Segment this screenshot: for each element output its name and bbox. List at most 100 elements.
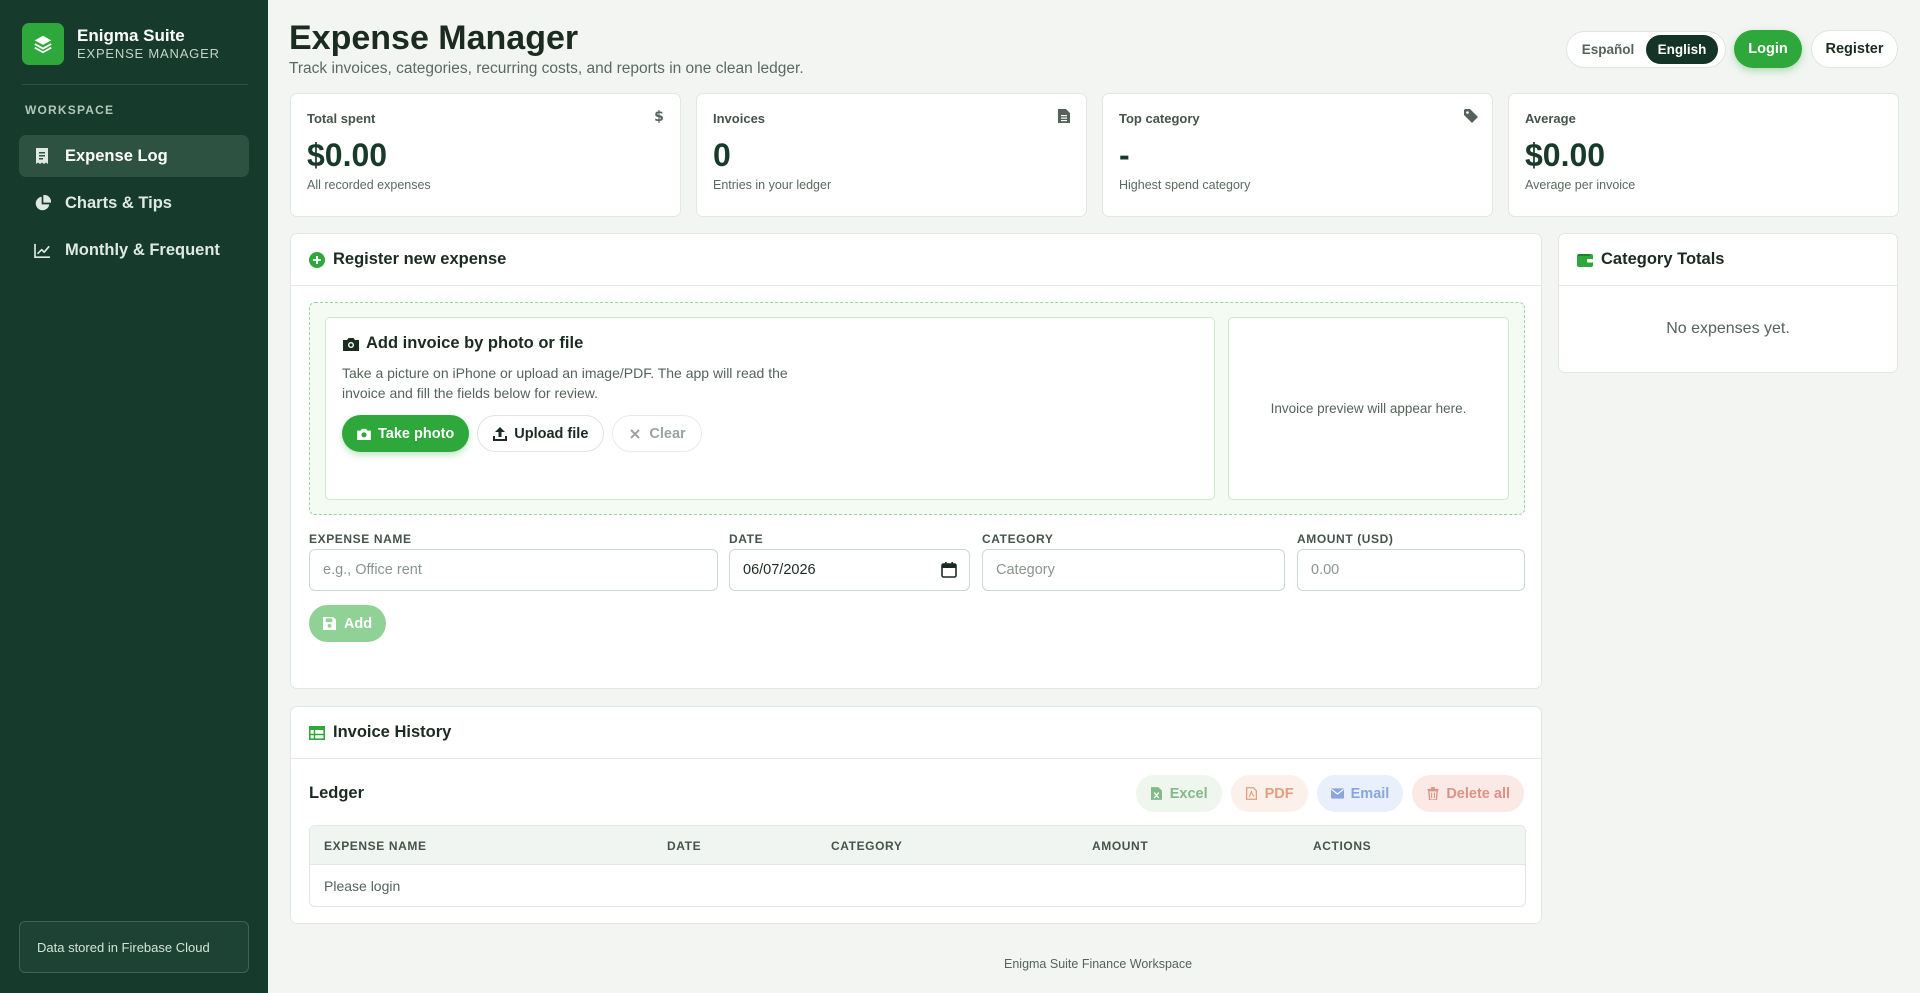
- page-title: Expense Manager: [289, 19, 579, 57]
- envelope-icon: [1330, 787, 1344, 800]
- column-header-date[interactable]: DATE: [667, 839, 701, 853]
- document-icon: [1058, 109, 1072, 123]
- stat-value: -: [1119, 137, 1130, 173]
- column-header-expense-name[interactable]: EXPENSE NAME: [324, 839, 427, 853]
- brand-subtitle: EXPENSE MANAGER: [77, 46, 220, 61]
- export-excel-button[interactable]: Excel: [1135, 775, 1222, 812]
- table-header: EXPENSE NAME DATE CATEGORY AMOUNT ACTION…: [310, 826, 1525, 865]
- category-totals-empty: No expenses yet.: [1666, 320, 1790, 337]
- lang-es-button[interactable]: Español: [1570, 35, 1646, 64]
- stat-card-average: Average $0.00 Average per invoice: [1508, 93, 1899, 217]
- column-header-amount[interactable]: AMOUNT: [1092, 839, 1148, 853]
- button-label: Clear: [649, 425, 686, 442]
- page-subtitle: Track invoices, categories, recurring co…: [289, 60, 804, 77]
- button-label: Delete all: [1446, 785, 1510, 802]
- sidebar-item-monthly-frequent[interactable]: Monthly & Frequent: [19, 229, 249, 271]
- invoice-dropzone[interactable]: Add invoice by photo or file Take a pict…: [309, 302, 1525, 515]
- sidebar-nav: Expense Log Charts & Tips Monthly & Freq…: [19, 135, 249, 276]
- stat-hint: Average per invoice: [1525, 178, 1636, 192]
- column-header-category[interactable]: CATEGORY: [831, 839, 902, 853]
- receipt-icon: [33, 147, 51, 165]
- stat-label: Top category: [1119, 111, 1200, 126]
- camera-icon: [357, 427, 371, 441]
- expense-name-input[interactable]: e.g., Office rent: [309, 549, 718, 591]
- brand-name: Enigma Suite: [77, 26, 185, 45]
- panel-title: Category Totals: [1601, 250, 1725, 268]
- ledger-table: EXPENSE NAME DATE CATEGORY AMOUNT ACTION…: [309, 825, 1526, 907]
- date-label: DATE: [729, 532, 764, 546]
- panel-header: Register new expense: [291, 234, 1541, 286]
- sidebar-item-charts-tips[interactable]: Charts & Tips: [19, 182, 249, 224]
- invoice-history-panel: Invoice History Ledger Excel PDF Email D…: [290, 706, 1542, 924]
- sidebar-item-label: Charts & Tips: [65, 193, 172, 212]
- take-photo-button[interactable]: Take photo: [342, 415, 470, 452]
- storage-note: Data stored in Firebase Cloud: [19, 921, 249, 973]
- table-icon: [309, 725, 325, 741]
- panel-header: Category Totals: [1559, 234, 1897, 286]
- line-chart-icon: [33, 241, 51, 259]
- brand[interactable]: Enigma Suite EXPENSE MANAGER: [22, 23, 220, 65]
- wallet-icon: [1577, 252, 1593, 268]
- calendar-icon[interactable]: [941, 562, 957, 578]
- amount-label: AMOUNT (USD): [1297, 532, 1394, 546]
- clear-button[interactable]: Clear: [612, 415, 702, 452]
- svg-text:$: $: [654, 109, 664, 123]
- invoice-preview: Invoice preview will appear here.: [1228, 317, 1509, 500]
- panel-title: Invoice History: [333, 723, 452, 741]
- register-button[interactable]: Register: [1811, 30, 1898, 68]
- login-button[interactable]: Login: [1734, 30, 1802, 68]
- excel-file-icon: [1150, 787, 1163, 800]
- button-label: Add: [343, 615, 373, 632]
- stat-hint: Highest spend category: [1119, 178, 1251, 192]
- layers-icon: [22, 23, 64, 65]
- footer-text: Enigma Suite Finance Workspace: [1004, 957, 1193, 971]
- date-input[interactable]: 06/07/2026: [729, 549, 970, 591]
- camera-icon: [342, 335, 359, 352]
- date-value: 06/07/2026: [743, 562, 816, 578]
- ledger-actions: Excel PDF Email Delete all: [1127, 775, 1524, 812]
- upload-file-button[interactable]: Upload file: [477, 415, 605, 452]
- stat-value: $0.00: [1525, 137, 1606, 173]
- button-label: Upload file: [514, 425, 589, 442]
- button-label: Email: [1350, 785, 1390, 802]
- upload-actions: Take photo Upload file Clear: [342, 415, 710, 452]
- delete-all-button[interactable]: Delete all: [1412, 775, 1524, 812]
- ledger-title: Ledger: [309, 784, 365, 802]
- stat-value: 0: [713, 137, 731, 173]
- panel-title: Register new expense: [333, 250, 507, 268]
- expense-name-label: EXPENSE NAME: [309, 532, 412, 546]
- button-label: PDF: [1264, 785, 1294, 802]
- upload-icon: [493, 426, 508, 441]
- button-label: Take photo: [378, 425, 455, 442]
- lang-en-button[interactable]: English: [1646, 35, 1718, 64]
- stat-label: Average: [1525, 111, 1576, 126]
- language-toggle: Español English: [1566, 31, 1726, 68]
- sidebar-section-label: WORKSPACE: [25, 103, 115, 117]
- email-button[interactable]: Email: [1316, 775, 1404, 812]
- sidebar-item-label: Monthly & Frequent: [65, 240, 220, 259]
- stat-value: $0.00: [307, 137, 388, 173]
- dollar-icon: $: [652, 109, 666, 125]
- register-expense-panel: Register new expense Add invoice by phot…: [290, 233, 1542, 689]
- upload-title: Add invoice by photo or file: [366, 334, 584, 352]
- amount-input[interactable]: 0.00: [1297, 549, 1525, 591]
- category-label: CATEGORY: [982, 532, 1054, 546]
- add-expense-button[interactable]: Add: [309, 605, 386, 642]
- sidebar-item-expense-log[interactable]: Expense Log: [19, 135, 249, 177]
- close-icon: [628, 427, 642, 441]
- category-input[interactable]: Category: [982, 549, 1285, 591]
- export-pdf-button[interactable]: PDF: [1230, 775, 1308, 812]
- save-icon: [323, 617, 337, 631]
- sidebar-item-label: Expense Log: [65, 146, 168, 165]
- sidebar: Enigma Suite EXPENSE MANAGER WORKSPACE E…: [0, 0, 268, 993]
- plus-circle-icon: [309, 251, 325, 268]
- stat-card-total-spent: Total spent $ $0.00 All recorded expense…: [290, 93, 681, 217]
- column-header-actions: ACTIONS: [1313, 839, 1372, 853]
- sidebar-divider: [22, 84, 248, 85]
- panel-header: Invoice History: [291, 707, 1541, 759]
- button-label: Excel: [1169, 785, 1208, 802]
- upload-title-row: Add invoice by photo or file: [342, 334, 583, 353]
- stat-card-top-category: Top category - Highest spend category: [1102, 93, 1493, 217]
- upload-card: Add invoice by photo or file Take a pict…: [325, 317, 1215, 500]
- stat-label: Total spent: [307, 111, 376, 126]
